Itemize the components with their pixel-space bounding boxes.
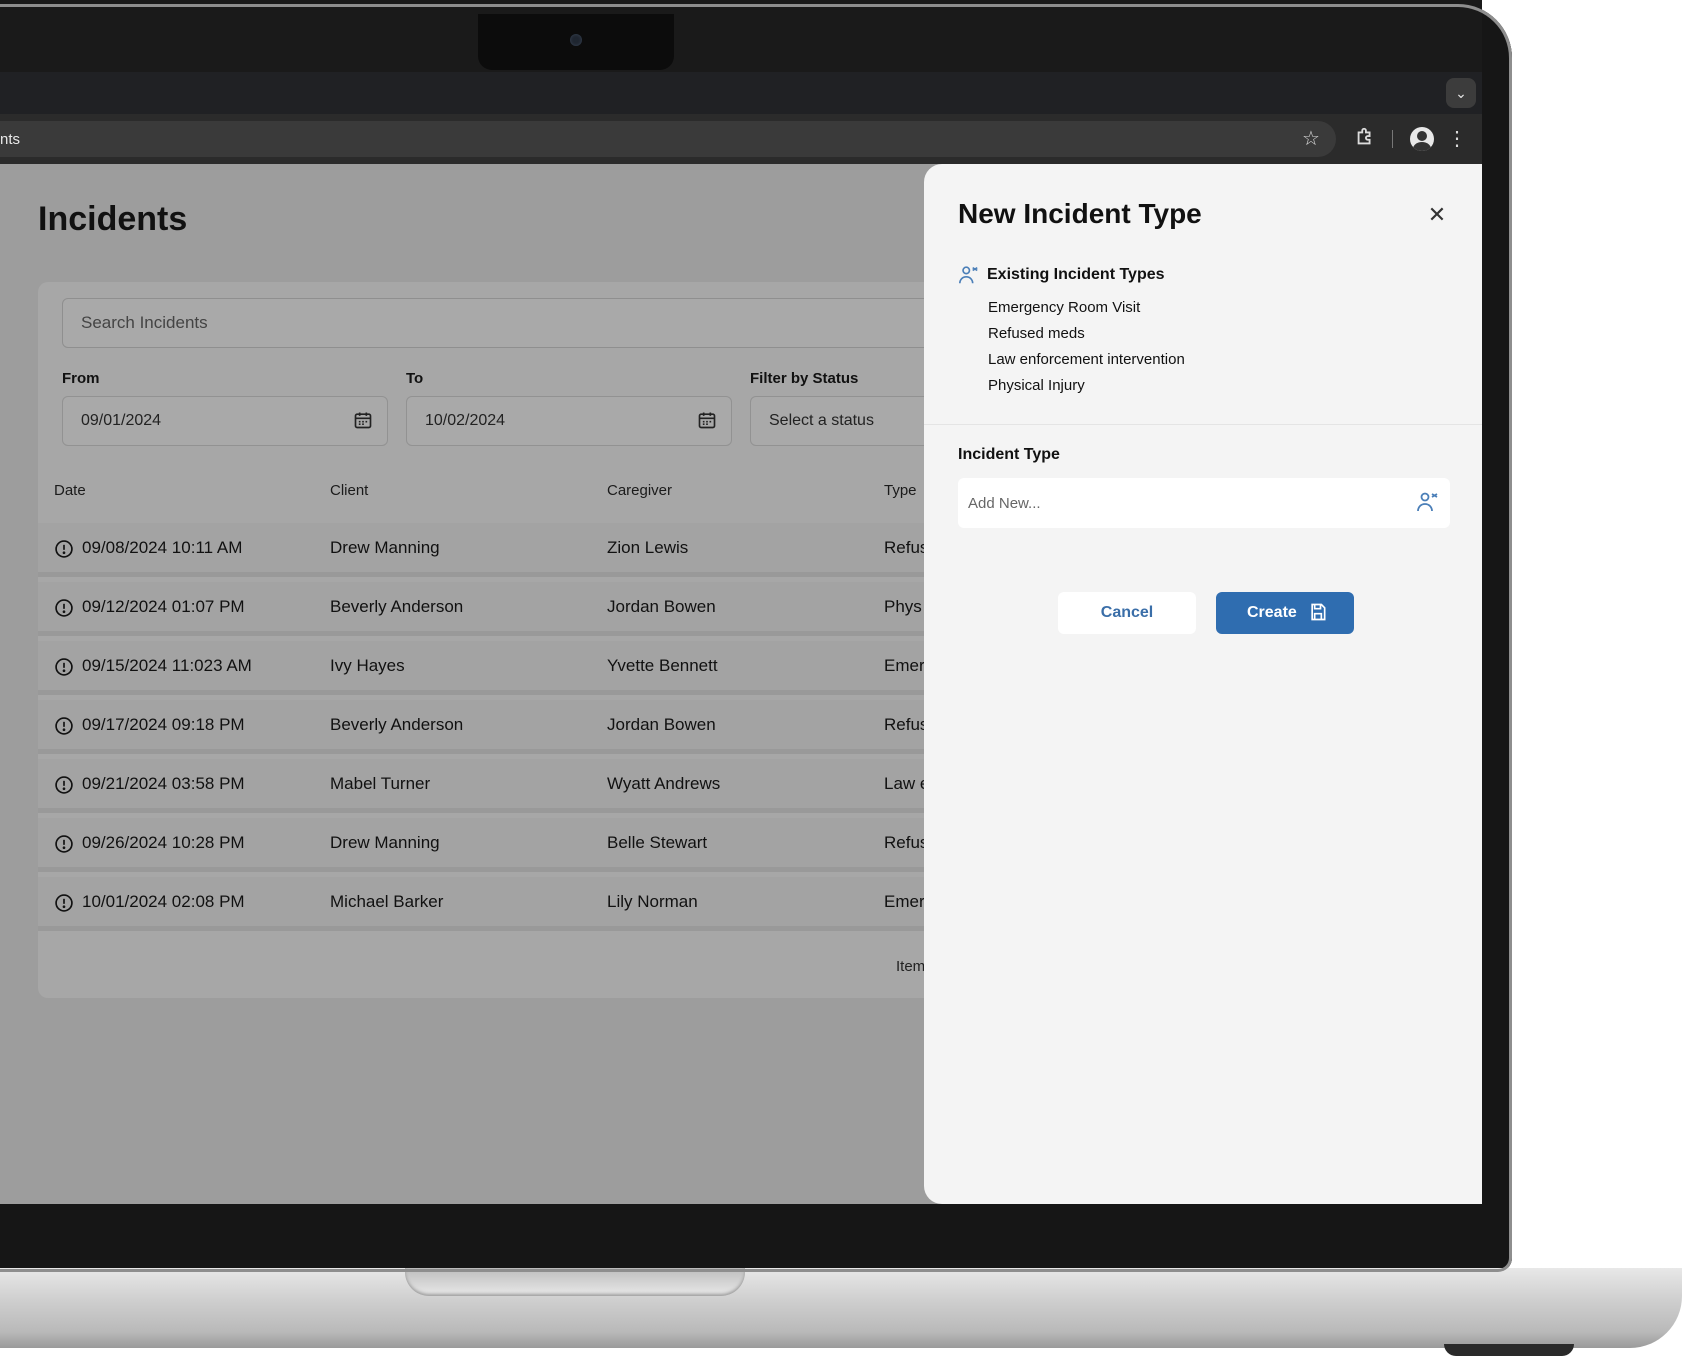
row-client: Mabel Turner: [330, 774, 431, 793]
existing-type-item: Physical Injury: [988, 377, 1085, 394]
row-caregiver: Belle Stewart: [607, 833, 708, 852]
alert-circle-icon: [55, 894, 73, 912]
table-row[interactable]: 09/08/2024 10:11 AM Drew Manning Zion Lewi…: [38, 523, 938, 577]
row-caregiver: Zion Lewis: [607, 538, 689, 557]
more-vert-icon[interactable]: ⋮: [1444, 126, 1470, 152]
alert-circle-icon: [55, 599, 73, 617]
panel-title: New Incident Type: [958, 198, 1202, 229]
user-type-icon: [1417, 492, 1438, 512]
tab-search-chevron-icon[interactable]: ⌄: [1446, 78, 1476, 108]
existing-type-item: Refused meds: [988, 325, 1085, 342]
profile-avatar-icon[interactable]: [1410, 127, 1434, 151]
table-row[interactable]: 09/12/2024 01:07 PM Beverly Anderson Jorda…: [38, 582, 938, 636]
panel-divider: [924, 424, 1482, 425]
address-bar-text: nts: [0, 131, 21, 148]
incident-type-label: Incident Type: [958, 446, 1060, 463]
pagination-items-label: Item: [896, 958, 926, 975]
status-filter-placeholder: Select a status: [769, 412, 874, 429]
row-type: Emer: [884, 656, 925, 675]
table-row[interactable]: 09/17/2024 09:18 PM Beverly Anderson Jorda…: [38, 700, 938, 754]
row-type: Phys: [884, 597, 922, 616]
row-date: 09/21/2024 03:58 PM: [82, 774, 245, 793]
row-type: Refus: [884, 833, 929, 852]
to-label: To: [406, 370, 424, 387]
cancel-button[interactable]: Cancel: [1058, 592, 1196, 634]
row-date: 09/08/2024 10:11 AM: [82, 538, 243, 557]
row-type: Law e: [884, 774, 930, 793]
row-date: 09/17/2024 09:18 PM: [82, 715, 245, 734]
row-date: 10/01/2024 02:08 PM: [82, 892, 245, 911]
alert-circle-icon: [55, 540, 73, 558]
screen: ⌄ nts ☆ ⋮ Incidents Search Incidents Fro…: [0, 0, 1482, 1204]
row-caregiver: Jordan Bowen: [607, 597, 716, 616]
row-type: Emer: [884, 892, 925, 911]
alert-circle-icon: [55, 717, 73, 735]
app-content: Incidents Search Incidents From 09/01/20…: [0, 164, 1482, 1204]
row-client: Michael Barker: [330, 892, 444, 911]
row-date: 09/26/2024 10:28 PM: [82, 833, 245, 852]
existing-type-item: Law enforcement intervention: [988, 351, 1185, 368]
bookmark-star-icon[interactable]: ☆: [1298, 126, 1324, 152]
create-button[interactable]: Create: [1216, 592, 1354, 634]
page-title: Incidents: [38, 200, 188, 238]
from-label: From: [62, 370, 100, 387]
status-filter-label: Filter by Status: [750, 370, 859, 387]
user-type-icon: [959, 266, 978, 284]
table-row[interactable]: 09/15/2024 11:023 AM Ivy Hayes Yvette Benn…: [38, 641, 938, 695]
row-caregiver: Lily Norman: [607, 892, 698, 911]
table-row[interactable]: 09/26/2024 10:28 PM Drew Manning Belle Ste…: [38, 818, 938, 872]
new-incident-type-panel: New Incident Type ✕ Existing Incident Ty…: [924, 164, 1482, 1204]
save-icon: [1311, 603, 1326, 621]
create-button-label: Create: [1247, 604, 1297, 621]
from-date-value: 09/01/2024: [81, 412, 162, 429]
row-client: Drew Manning: [330, 833, 440, 852]
calendar-icon[interactable]: [353, 410, 373, 430]
toolbar-separator: [1392, 130, 1393, 148]
address-bar[interactable]: [0, 121, 1336, 157]
to-date-field[interactable]: 10/02/2024: [406, 396, 732, 446]
column-header-type[interactable]: Type: [884, 482, 917, 499]
laptop-base-groove: [405, 1268, 745, 1296]
row-caregiver: Wyatt Andrews: [607, 774, 721, 793]
column-header-caregiver[interactable]: Caregiver: [607, 482, 672, 499]
row-caregiver: Jordan Bowen: [607, 715, 716, 734]
column-header-date[interactable]: Date: [54, 482, 86, 499]
column-header-client[interactable]: Client: [330, 482, 368, 499]
from-date-field[interactable]: 09/01/2024: [62, 396, 388, 446]
laptop-base: [0, 1268, 1682, 1348]
existing-type-item: Emergency Room Visit: [988, 299, 1141, 316]
browser-tabstrip: [0, 72, 1482, 114]
alert-circle-icon: [55, 658, 73, 676]
table-row[interactable]: 10/01/2024 02:08 PM Michael Barker Lily No…: [38, 877, 938, 931]
table-row[interactable]: 09/21/2024 03:58 PM Mabel Turner Wyatt And…: [38, 759, 938, 813]
row-client: Ivy Hayes: [330, 656, 405, 675]
calendar-icon[interactable]: [697, 410, 717, 430]
row-type: Refus: [884, 538, 929, 557]
close-icon[interactable]: ✕: [1426, 204, 1448, 226]
to-date-value: 10/02/2024: [425, 412, 506, 429]
laptop-foot: [1444, 1344, 1574, 1356]
row-client: Beverly Anderson: [330, 597, 464, 616]
alert-circle-icon: [55, 835, 73, 853]
row-caregiver: Yvette Bennett: [607, 656, 718, 675]
row-type: Refus: [884, 715, 929, 734]
row-date: 09/15/2024 11:023 AM: [82, 656, 252, 675]
row-date: 09/12/2024 01:07 PM: [82, 597, 245, 616]
search-input[interactable]: Search Incidents: [62, 298, 962, 348]
camera-icon: [570, 34, 582, 46]
alert-circle-icon: [55, 776, 73, 794]
extensions-icon[interactable]: [1352, 126, 1378, 152]
existing-types-title: Existing Incident Types: [987, 266, 1165, 283]
row-client: Drew Manning: [330, 538, 440, 557]
incident-type-input[interactable]: [958, 478, 1450, 528]
row-client: Beverly Anderson: [330, 715, 464, 734]
